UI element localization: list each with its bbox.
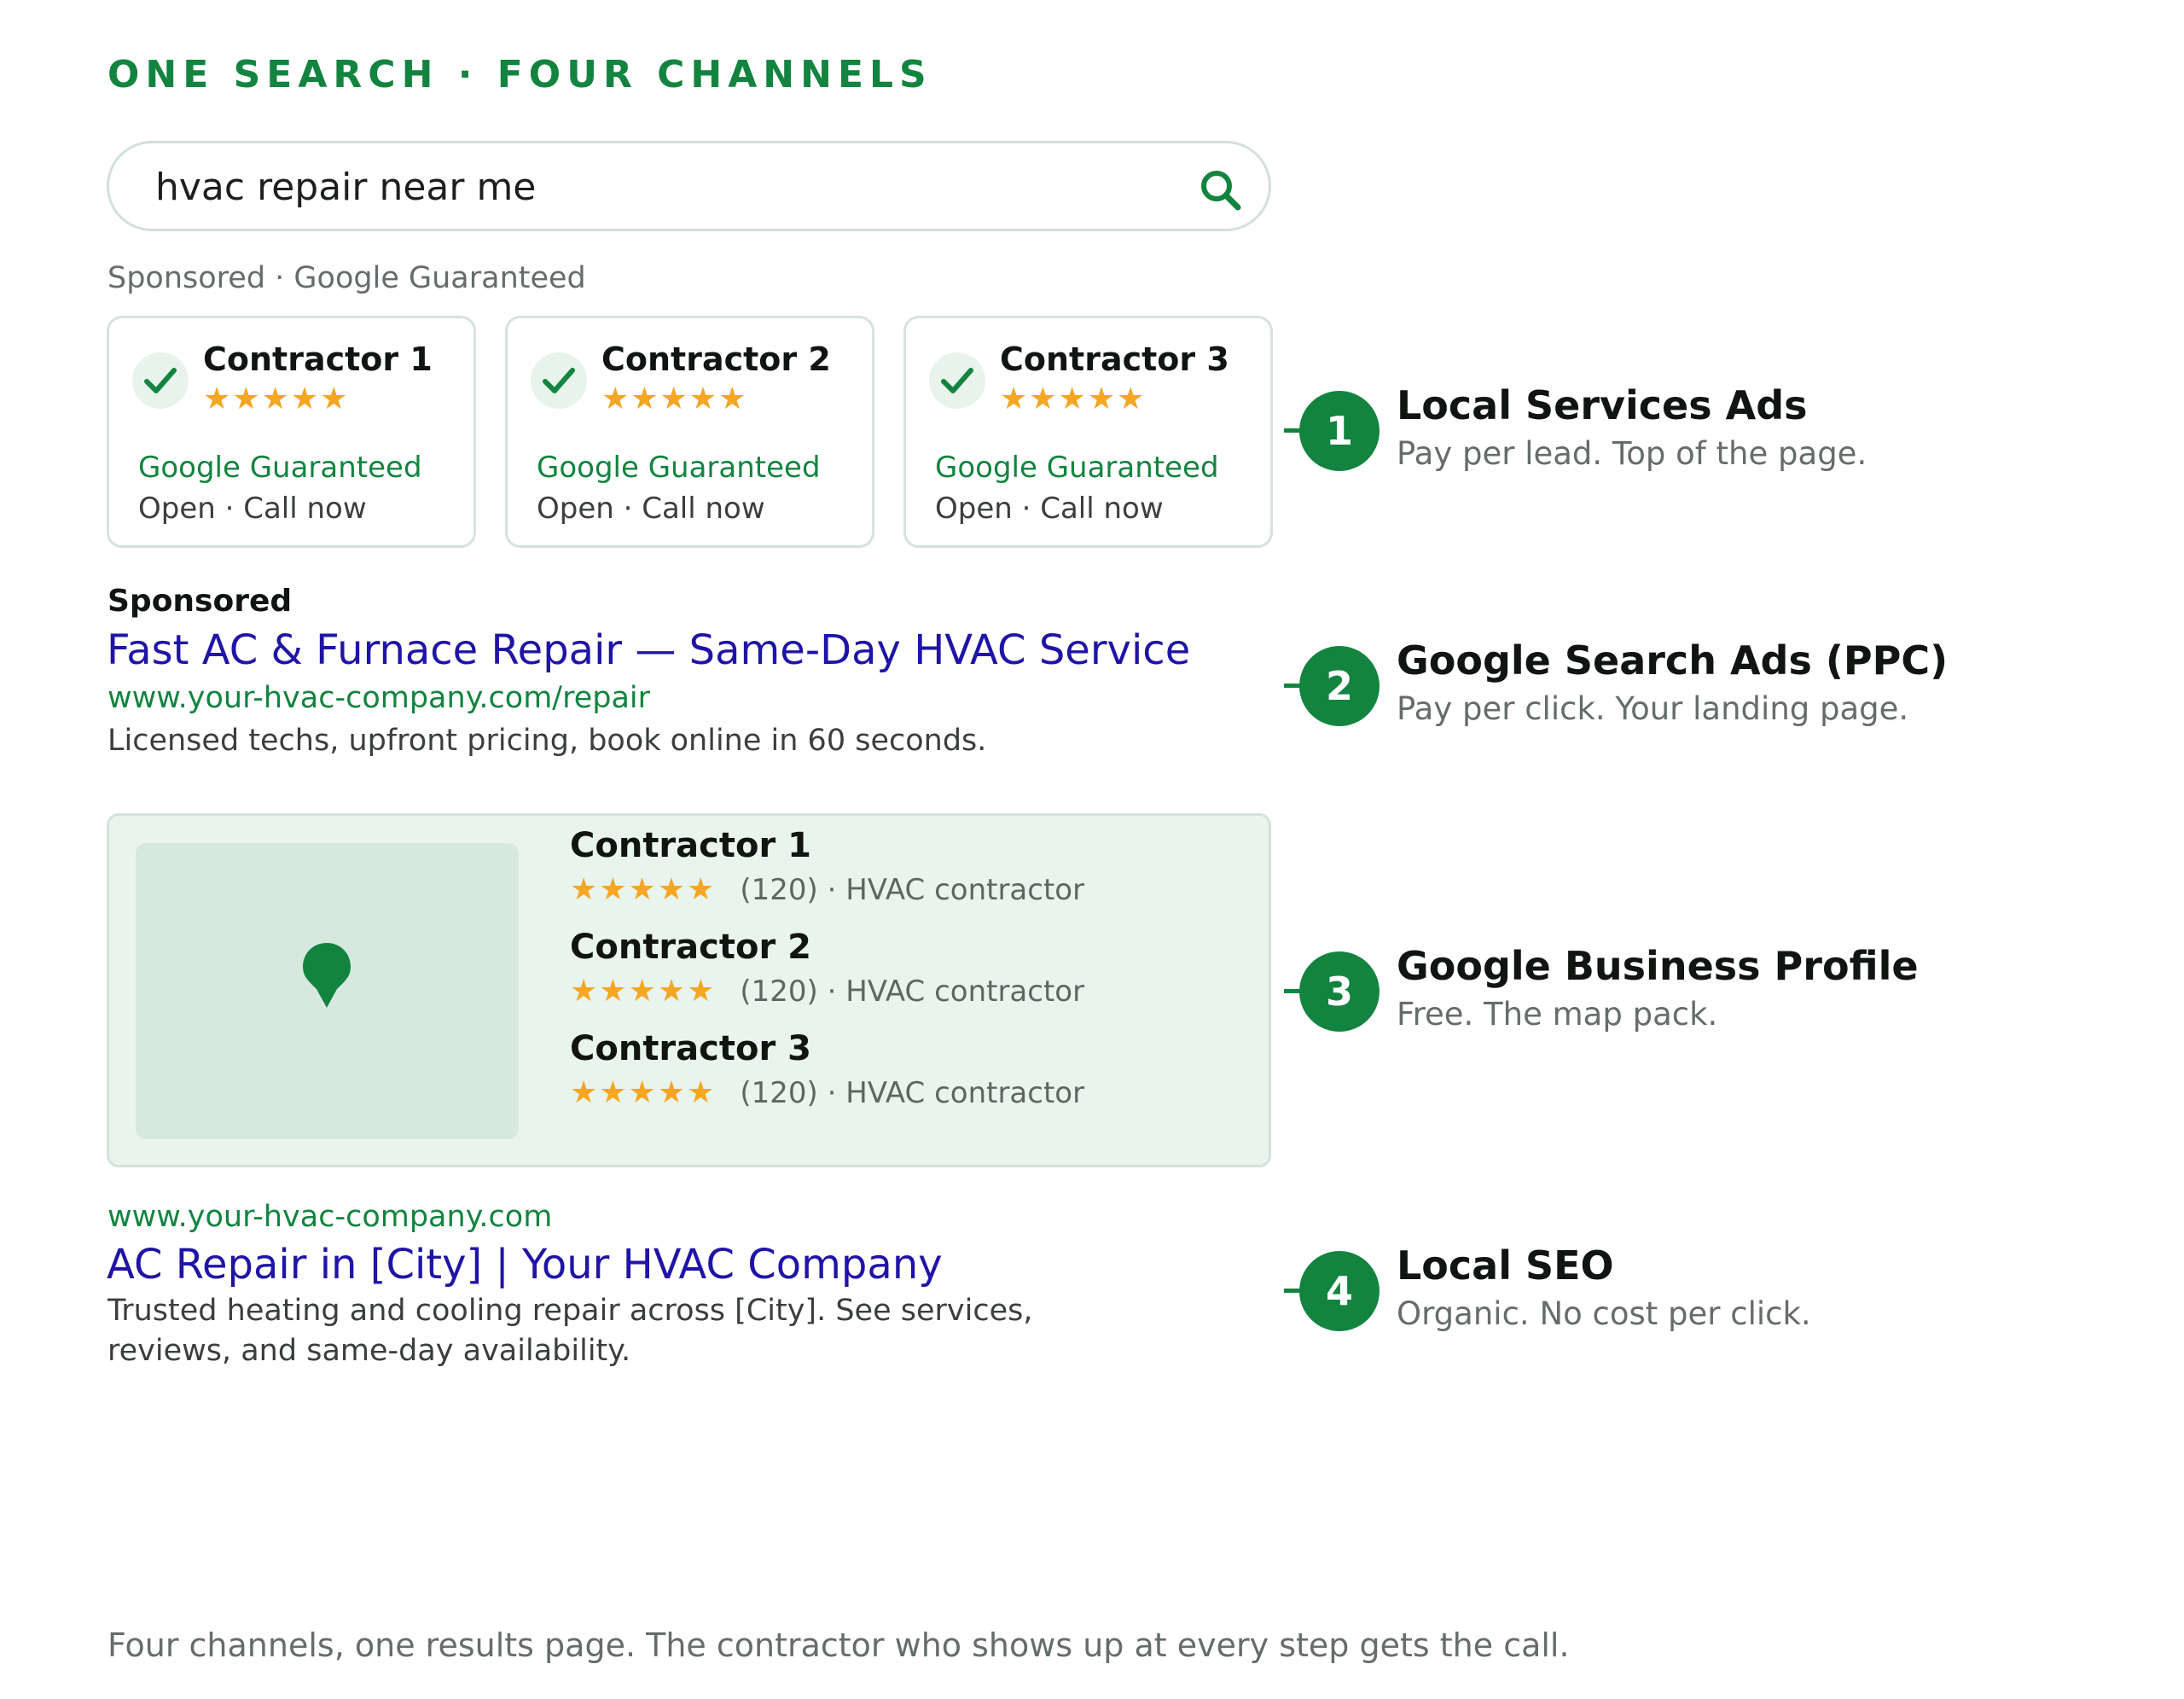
lsa-status: Open · Call now xyxy=(138,492,367,526)
callout-number-badge: 3 xyxy=(1299,951,1380,1032)
footer-caption: Four channels, one results page. The con… xyxy=(107,1626,1570,1664)
ppc-ad-title-link[interactable]: Fast AC & Furnace Repair — Same-Day HVAC… xyxy=(107,626,1190,674)
callout-local-seo: 4 Local SEO Organic. No cost per click. xyxy=(1284,1242,2137,1335)
search-icon[interactable] xyxy=(1197,166,1245,214)
guaranteed-badge: Google Guaranteed xyxy=(138,451,422,485)
search-bar[interactable]: hvac repair near me xyxy=(107,141,1271,231)
star-rating: ★★★★★ xyxy=(570,1075,717,1110)
listing-meta: (120) · HVAC contractor xyxy=(740,873,1085,907)
callout-subtitle: Pay per click. Your landing page. xyxy=(1397,690,1909,727)
star-rating: ★★★★★ xyxy=(1000,381,1147,416)
callout-title: Local Services Ads xyxy=(1397,382,1808,428)
callout-title: Local SEO xyxy=(1397,1242,1614,1289)
guaranteed-badge: Google Guaranteed xyxy=(537,451,821,485)
guaranteed-badge: Google Guaranteed xyxy=(935,451,1219,485)
callout-subtitle: Pay per lead. Top of the page. xyxy=(1397,435,1867,472)
organic-result-title-link[interactable]: AC Repair in [City] | Your HVAC Company xyxy=(107,1241,943,1289)
lsa-contractor-name: Contractor 2 xyxy=(601,340,831,378)
lsa-sponsored-label: Sponsored · Google Guaranteed xyxy=(107,261,586,295)
star-rating: ★★★★★ xyxy=(570,872,717,907)
lsa-contractor-name: Contractor 1 xyxy=(203,340,433,378)
lsa-status: Open · Call now xyxy=(935,492,1164,526)
map-pin-icon xyxy=(303,943,351,1008)
listing-name: Contractor 3 xyxy=(570,1029,811,1068)
check-icon xyxy=(132,352,189,409)
callout-number-badge: 2 xyxy=(1299,646,1380,726)
callout-subtitle: Free. The map pack. xyxy=(1397,996,1718,1033)
map-pack-listing[interactable]: Contractor 3 ★★★★★ (120) · HVAC contracto… xyxy=(570,1029,1084,1110)
callout-title: Google Search Ads (PPC) xyxy=(1397,637,1949,684)
check-icon xyxy=(929,352,985,409)
star-rating: ★★★★★ xyxy=(570,974,717,1009)
check-icon xyxy=(531,352,587,409)
star-rating: ★★★★★ xyxy=(601,381,748,416)
callout-google-business-profile: 3 Google Business Profile Free. The map … xyxy=(1284,943,2137,1035)
lsa-card[interactable]: Contractor 1 ★★★★★ Google Guaranteed Ope… xyxy=(107,316,476,548)
callout-number-badge: 1 xyxy=(1299,391,1380,471)
ppc-sponsored-label: Sponsored xyxy=(107,584,293,619)
callout-google-search-ads: 2 Google Search Ads (PPC) Pay per click.… xyxy=(1284,637,2137,730)
map-pack-listing[interactable]: Contractor 1 ★★★★★ (120) · HVAC contracto… xyxy=(570,826,1084,907)
callout-local-services-ads: 1 Local Services Ads Pay per lead. Top o… xyxy=(1284,382,2137,474)
lsa-status: Open · Call now xyxy=(537,492,765,526)
star-rating: ★★★★★ xyxy=(203,381,350,416)
lsa-card[interactable]: Contractor 2 ★★★★★ Google Guaranteed Ope… xyxy=(505,316,874,548)
callout-subtitle: Organic. No cost per click. xyxy=(1397,1295,1811,1332)
organic-result-description: Trusted heating and cooling repair acros… xyxy=(107,1294,1033,1328)
listing-meta: (120) · HVAC contractor xyxy=(740,975,1085,1009)
organic-result-url[interactable]: www.your-hvac-company.com xyxy=(107,1200,552,1234)
listing-meta: (120) · HVAC contractor xyxy=(740,1076,1085,1110)
ppc-ad-url[interactable]: www.your-hvac-company.com/repair xyxy=(107,681,650,715)
lsa-contractor-name: Contractor 3 xyxy=(1000,340,1229,378)
map-preview[interactable] xyxy=(136,843,519,1139)
callout-title: Google Business Profile xyxy=(1397,943,1919,989)
organic-result-description: reviews, and same-day availability. xyxy=(107,1334,631,1368)
listing-name: Contractor 1 xyxy=(570,826,811,865)
lsa-card[interactable]: Contractor 3 ★★★★★ Google Guaranteed Ope… xyxy=(903,316,1273,548)
callout-number-badge: 4 xyxy=(1299,1251,1380,1331)
search-input[interactable]: hvac repair near me xyxy=(155,166,536,209)
map-pack: Contractor 1 ★★★★★ (120) · HVAC contracto… xyxy=(107,813,1271,1167)
listing-name: Contractor 2 xyxy=(570,928,811,967)
page-eyebrow-heading: ONE SEARCH · FOUR CHANNELS xyxy=(107,53,932,96)
ppc-ad-description: Licensed techs, upfront pricing, book on… xyxy=(107,724,987,758)
map-pack-listing[interactable]: Contractor 2 ★★★★★ (120) · HVAC contracto… xyxy=(570,928,1084,1009)
